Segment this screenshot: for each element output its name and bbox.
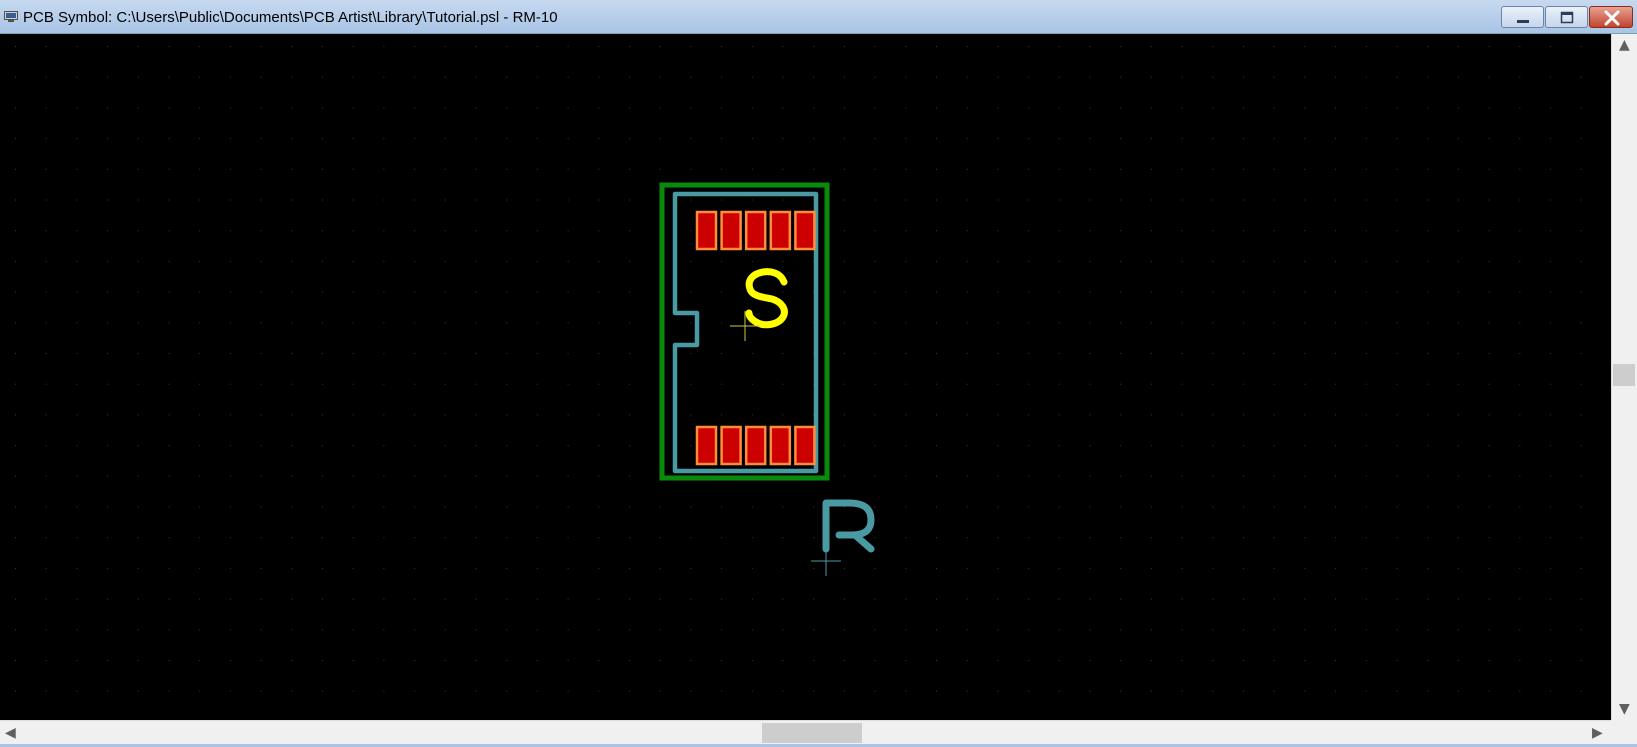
pcb-symbol-window: PCB Symbol: C:\Users\Public\Documents\PC… [0,0,1637,747]
pcb-design-canvas[interactable] [0,34,1611,720]
reference-label-r[interactable] [822,499,875,553]
smd-pad[interactable] [769,210,792,251]
scrollbar-corner [1611,720,1637,744]
smd-pad[interactable] [794,210,816,251]
silkscreen-label-s[interactable] [745,268,788,329]
grid-dots [15,46,1582,692]
app-icon [4,11,18,22]
smd-pad[interactable] [720,425,742,466]
horizontal-scroll-thumb[interactable] [762,723,862,743]
vertical-scrollbar[interactable]: ▲ ▼ [1611,34,1637,720]
smd-pad[interactable] [744,425,767,466]
scroll-down-icon[interactable]: ▼ [1619,702,1630,716]
scroll-up-icon[interactable]: ▲ [1619,38,1630,52]
maximize-button[interactable] [1545,6,1588,28]
smd-pad[interactable] [769,425,792,466]
vertical-scroll-thumb[interactable] [1613,364,1635,386]
bottom-pad-row [695,425,816,466]
close-icon [1604,10,1620,26]
window-title: PCB Symbol: C:\Users\Public\Documents\PC… [23,9,558,26]
smd-pad[interactable] [695,210,718,251]
minimize-button[interactable] [1501,6,1544,28]
scroll-right-icon[interactable]: ▶ [1592,726,1603,740]
smd-pad[interactable] [720,210,742,251]
scroll-left-icon[interactable]: ◀ [5,726,16,740]
close-button[interactable] [1589,6,1633,28]
pcb-drawing[interactable] [0,34,1611,720]
minimize-icon [1517,20,1529,23]
component-origin-marker[interactable] [730,311,760,341]
maximize-icon [1560,11,1574,24]
reference-origin-marker[interactable] [811,546,841,576]
title-bar[interactable]: PCB Symbol: C:\Users\Public\Documents\PC… [0,0,1637,34]
top-pad-row [695,210,816,251]
smd-pad[interactable] [744,210,767,251]
horizontal-scrollbar[interactable]: ◀ ▶ [0,720,1611,744]
smd-pad[interactable] [794,425,816,466]
smd-pad[interactable] [695,425,718,466]
